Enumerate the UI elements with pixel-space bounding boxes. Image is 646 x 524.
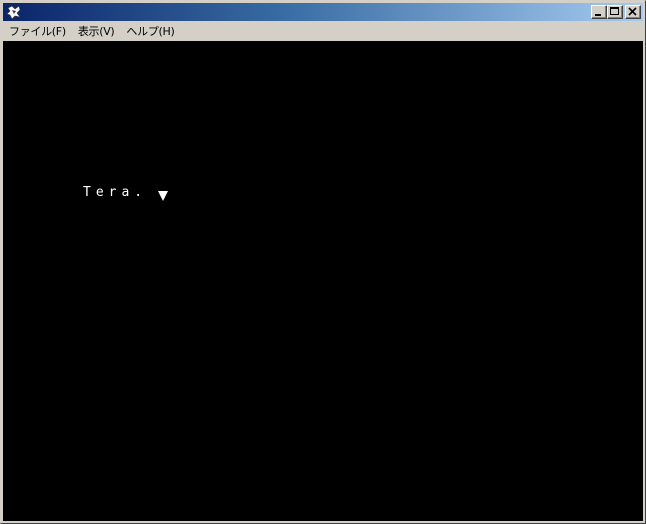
title-bar[interactable] [3, 3, 643, 21]
maximize-icon [610, 7, 619, 15]
close-button[interactable] [625, 5, 641, 19]
message-text: Tera. [83, 185, 148, 200]
menu-help[interactable]: ヘルプ(H) [120, 23, 180, 40]
title-buttons [591, 5, 641, 19]
maximize-button[interactable] [607, 5, 623, 19]
menu-view[interactable]: 表示(V) [72, 23, 121, 40]
minimize-icon [595, 14, 601, 16]
minimize-button[interactable] [591, 5, 607, 19]
game-screen[interactable]: Tera. [3, 41, 643, 521]
app-window: ファイル(F) 表示(V) ヘルプ(H) Tera. [0, 0, 646, 524]
close-icon [628, 7, 637, 16]
triangle-down-icon [157, 187, 169, 201]
app-icon[interactable] [6, 4, 22, 20]
menu-bar: ファイル(F) 表示(V) ヘルプ(H) [3, 22, 643, 41]
menu-file[interactable]: ファイル(F) [3, 23, 72, 40]
